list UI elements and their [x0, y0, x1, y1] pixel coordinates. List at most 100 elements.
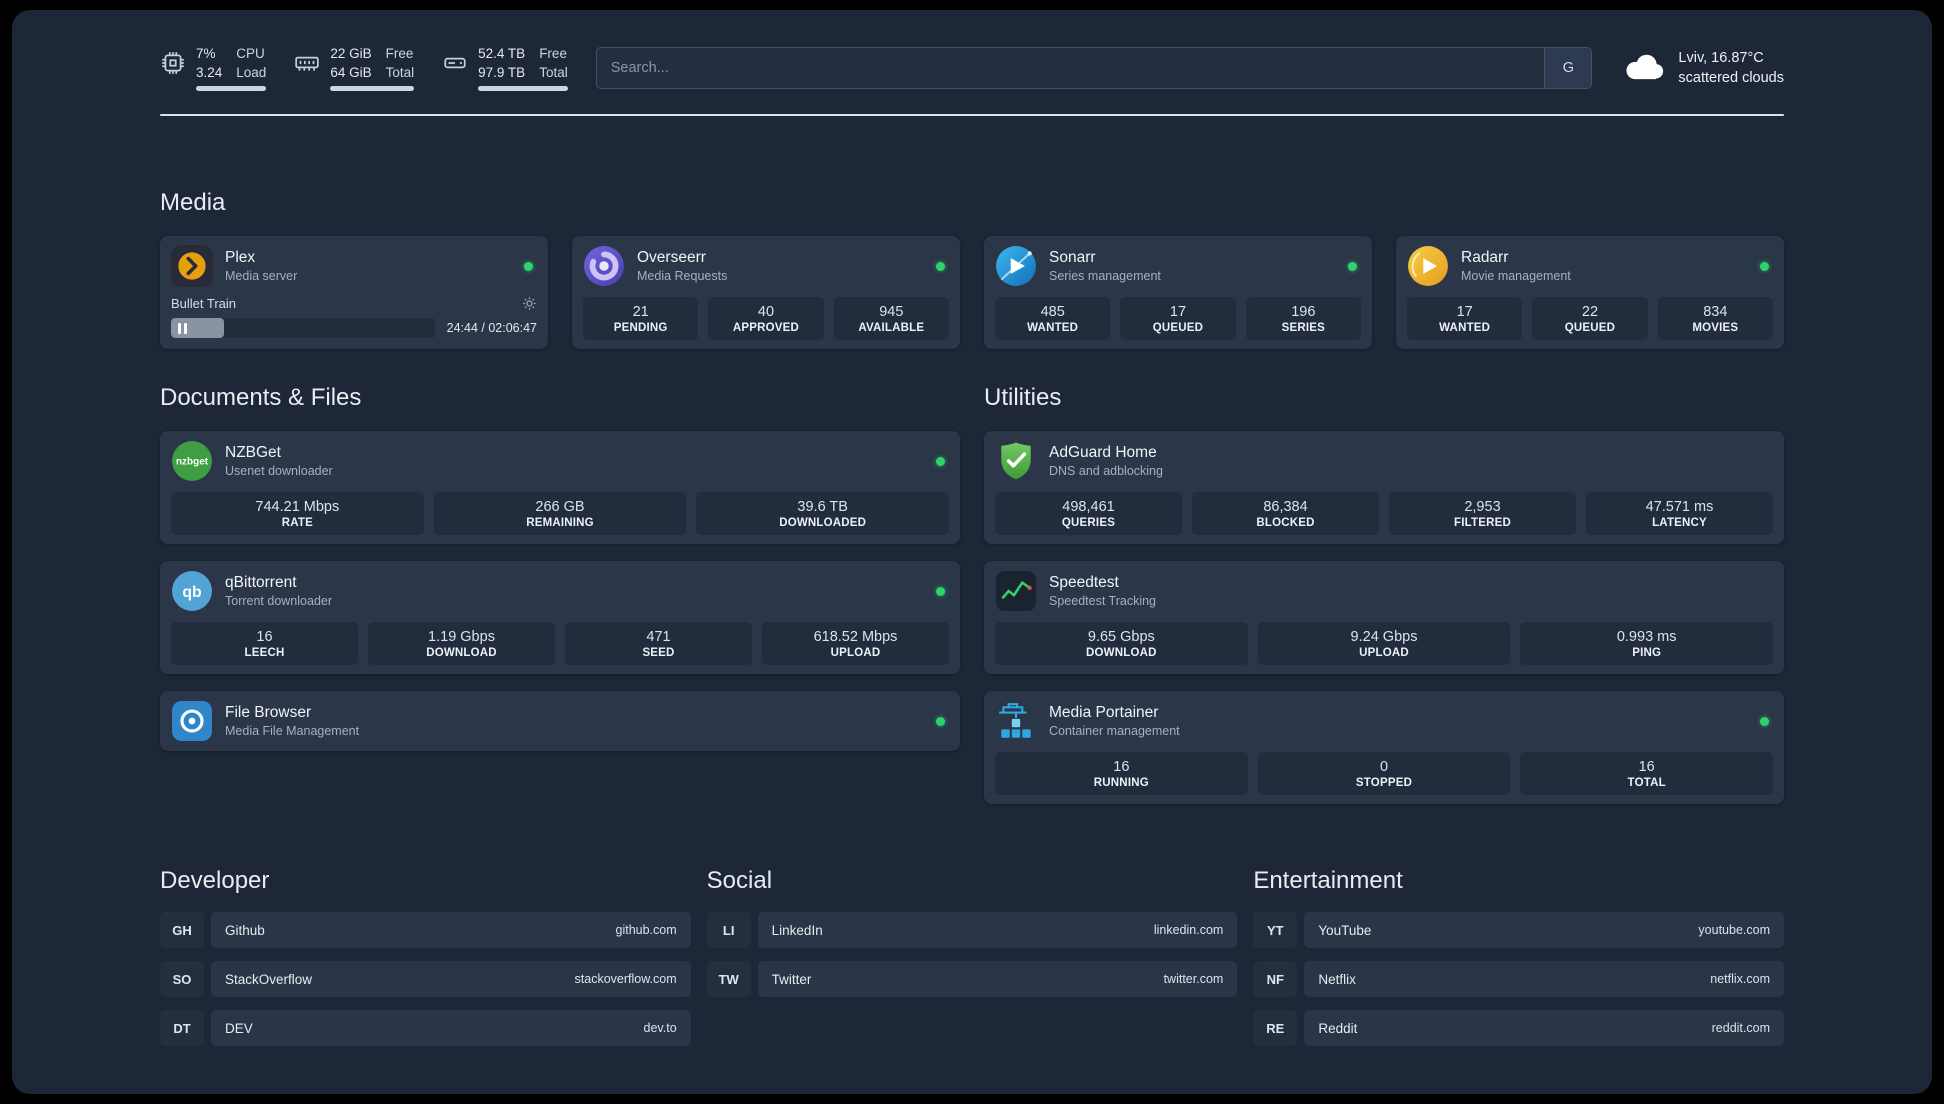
- bookmark-dev[interactable]: DT DEV dev.to: [160, 1010, 691, 1046]
- cpu-metric-body: 7% 3.24 CPU Load: [196, 45, 267, 91]
- app-name: Overseerr: [637, 248, 706, 266]
- stat-series: 196 SERIES: [1245, 297, 1361, 340]
- app-card-overseerr[interactable]: Overseerr Media Requests 21 PENDING 40 A…: [572, 236, 960, 349]
- bookmark-abbr: RE: [1253, 1010, 1298, 1046]
- speedtest-stats: 9.65 Gbps DOWNLOAD 9.24 Gbps UPLOAD 0.99…: [995, 622, 1774, 665]
- app-card-nzbget[interactable]: nzbget NZBGet Usenet downloader 744.21 M…: [160, 431, 960, 544]
- weather-location: Lviv, 16.87°C: [1678, 49, 1764, 66]
- bookmark-abbr: LI: [706, 912, 751, 948]
- bookmark-stackoverflow[interactable]: SO StackOverflow stackoverflow.com: [160, 961, 691, 997]
- stat-label: PING: [1632, 647, 1662, 659]
- stat-value: 16: [1113, 759, 1130, 775]
- filebrowser-meta: File Browser Media File Management: [225, 703, 359, 739]
- weather-condition: scattered clouds: [1678, 70, 1784, 86]
- stat-label: DOWNLOADED: [779, 517, 867, 529]
- bookmark-url: github.com: [615, 923, 677, 937]
- stat-label: QUEUED: [1152, 322, 1204, 334]
- bookmark-reddit[interactable]: RE Reddit reddit.com: [1253, 1010, 1784, 1046]
- portainer-meta: Media Portainer Container management: [1049, 703, 1180, 739]
- app-description: Torrent downloader: [225, 593, 333, 608]
- stat-blocked: 86,384 BLOCKED: [1192, 492, 1379, 535]
- svg-text:qb: qb: [182, 584, 201, 601]
- search-input[interactable]: [596, 48, 1545, 88]
- bookmark-url: reddit.com: [1711, 1021, 1770, 1035]
- stat-label: QUEUED: [1564, 322, 1616, 334]
- app-card-filebrowser[interactable]: File Browser Media File Management: [160, 691, 960, 751]
- documents-section: Documents & Files nzbget NZBGet Usenet d…: [160, 383, 960, 751]
- stat-label: RUNNING: [1093, 777, 1149, 789]
- app-name: Radarr: [1461, 248, 1509, 266]
- gear-icon[interactable]: [522, 296, 537, 311]
- status-dot-online: [936, 716, 945, 726]
- disk-usage-bar: [478, 85, 568, 91]
- stat-value: 86,384: [1263, 499, 1308, 515]
- weather-widget[interactable]: Lviv, 16.87°C scattered clouds: [1620, 48, 1784, 89]
- filebrowser-icon: [171, 700, 213, 742]
- bookmark-name: Github: [225, 922, 265, 938]
- plex-icon: [171, 245, 213, 287]
- stat-label: LATENCY: [1652, 517, 1707, 529]
- cpu-load-label: Load: [236, 64, 267, 80]
- status-dot-online: [1760, 261, 1769, 271]
- qbittorrent-stats: 16 LEECH 1.19 Gbps DOWNLOAD 471 SEED 618…: [171, 622, 949, 665]
- app-description: Media server: [225, 268, 298, 283]
- bookmark-netflix[interactable]: NF Netflix netflix.com: [1253, 961, 1784, 997]
- stat-label: WANTED: [1027, 322, 1079, 334]
- bookmark-abbr: NF: [1253, 961, 1298, 997]
- app-description: Movie management: [1461, 268, 1571, 283]
- stat-value: 0: [1379, 759, 1389, 775]
- app-card-qbittorrent[interactable]: qb qBittorrent Torrent downloader 16 LEE…: [160, 561, 960, 674]
- portainer-stats: 16 RUNNING 0 STOPPED 16 TOTAL: [995, 752, 1774, 795]
- playback-progress-bar[interactable]: [171, 318, 435, 338]
- app-card-plex[interactable]: Plex Media server Bullet Train 24:44 / 0…: [160, 236, 548, 349]
- qbittorrent-icon: qb: [171, 570, 213, 612]
- stat-value: 1.19 Gbps: [428, 629, 495, 645]
- app-card-portainer[interactable]: Media Portainer Container management 16 …: [984, 691, 1784, 804]
- radarr-stats: 17 WANTED 22 QUEUED 834 MOVIES: [1407, 297, 1773, 340]
- radarr-icon: [1407, 245, 1449, 287]
- stat-upload: 618.52 Mbps UPLOAD: [762, 622, 949, 665]
- app-card-adguard[interactable]: AdGuard Home DNS and adblocking 498,461 …: [984, 431, 1784, 544]
- stat-value: 0.993 ms: [1616, 629, 1677, 645]
- bookmark-twitter[interactable]: TW Twitter twitter.com: [706, 961, 1238, 997]
- system-metrics: 7% 3.24 CPU Load 22 GiB 64 GiB Free Tota…: [160, 45, 568, 91]
- bookmark-linkedin[interactable]: LI LinkedIn linkedin.com: [706, 912, 1238, 948]
- bookmarks-section: Developer GH Github github.com SO StackO…: [160, 866, 1784, 1059]
- disk-free-label: Free: [539, 46, 567, 62]
- app-card-speedtest[interactable]: Speedtest Speedtest Tracking 9.65 Gbps D…: [984, 561, 1784, 674]
- app-name: NZBGet: [225, 443, 281, 461]
- stat-label: REMAINING: [526, 517, 594, 529]
- sonarr-meta: Sonarr Series management: [1049, 248, 1161, 284]
- stat-value: 39.6 TB: [797, 499, 848, 515]
- cpu-load: 3.24: [196, 64, 223, 80]
- bookmark-youtube[interactable]: YT YouTube youtube.com: [1253, 912, 1784, 948]
- app-card-radarr[interactable]: Radarr Movie management 17 WANTED 22 QUE…: [1396, 236, 1784, 349]
- qbittorrent-meta: qBittorrent Torrent downloader: [225, 573, 332, 609]
- app-description: Usenet downloader: [225, 463, 333, 478]
- stat-leech: 16 LEECH: [171, 622, 358, 665]
- pause-icon[interactable]: [178, 322, 187, 334]
- plex-meta: Plex Media server: [225, 248, 297, 284]
- stat-label: QUERIES: [1061, 517, 1116, 529]
- stat-label: PENDING: [613, 322, 668, 334]
- overseerr-meta: Overseerr Media Requests: [637, 248, 727, 284]
- stat-stopped: 0 STOPPED: [1257, 752, 1511, 795]
- memory-icon: [294, 50, 320, 81]
- nzbget-stats: 744.21 Mbps RATE 266 GB REMAINING 39.6 T…: [171, 492, 950, 535]
- stat-value: 618.52 Mbps: [813, 629, 898, 645]
- adguard-stats: 498,461 QUERIES 86,384 BLOCKED 2,953 FIL…: [995, 492, 1773, 535]
- stat-value: 47.571 ms: [1645, 499, 1714, 515]
- bookmark-name: Netflix: [1318, 971, 1356, 987]
- stat-movies: 834 MOVIES: [1657, 297, 1773, 340]
- stat-value: 485: [1040, 304, 1065, 320]
- app-description: DNS and adblocking: [1049, 463, 1163, 478]
- bookmark-github[interactable]: GH Github github.com: [160, 912, 691, 948]
- stat-running: 16 RUNNING: [995, 752, 1248, 795]
- search-provider-button[interactable]: G: [1544, 48, 1592, 88]
- app-card-sonarr[interactable]: Sonarr Series management 485 WANTED 17 Q…: [984, 236, 1372, 349]
- radarr-meta: Radarr Movie management: [1461, 248, 1571, 284]
- status-dot-online: [936, 261, 945, 271]
- stat-label: WANTED: [1439, 322, 1491, 334]
- stat-value: 16: [256, 629, 273, 645]
- adguard-meta: AdGuard Home DNS and adblocking: [1049, 443, 1163, 479]
